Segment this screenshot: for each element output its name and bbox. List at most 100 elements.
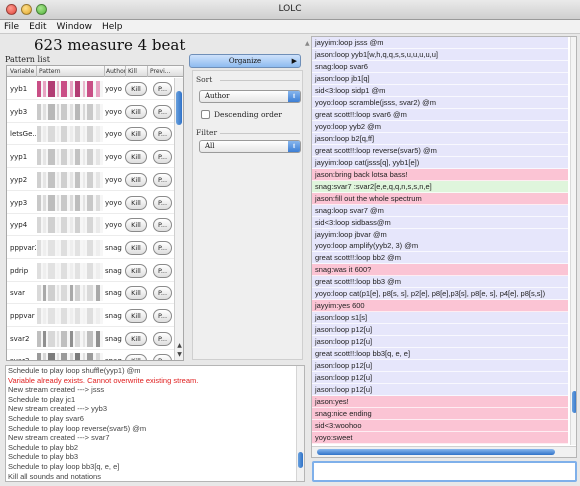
preview-button[interactable]: P... [153, 150, 172, 165]
menu-file[interactable]: File [4, 22, 19, 32]
preview-button[interactable]: P... [153, 309, 172, 323]
organize-button[interactable]: Organize ▶ [189, 54, 301, 68]
kill-button[interactable]: Kill [125, 104, 147, 119]
preview-button[interactable]: P... [153, 104, 172, 119]
column-header-author[interactable]: Author [106, 68, 126, 75]
table-row[interactable]: svar2 snag Kill P... [7, 328, 175, 350]
kill-button[interactable]: Kill [125, 218, 147, 233]
filter-select[interactable]: All ⇕ [199, 140, 301, 153]
kill-button[interactable]: Kill [125, 240, 147, 255]
table-row[interactable]: yyp4 yoyo Kill P... [7, 214, 175, 237]
kill-button[interactable]: Kill [125, 331, 147, 346]
pattern-stripe [87, 81, 93, 97]
table-row[interactable]: yyp3 yoyo Kill P... [7, 192, 175, 214]
split-divider[interactable] [305, 36, 310, 482]
descending-order-checkbox[interactable] [201, 110, 210, 119]
pattern-stripe [57, 308, 59, 324]
kill-button[interactable]: Kill [125, 309, 147, 323]
pattern-variable: yyb1 [10, 85, 28, 93]
table-row[interactable]: letsGe... yoyoKill P... [7, 123, 175, 146]
pattern-list-scrollbar[interactable]: ▲ ▼ [174, 78, 183, 360]
pattern-thumbnail [37, 194, 103, 211]
pattern-stripe [87, 353, 93, 360]
table-row[interactable]: yyb3 yoyo Kill P... [7, 101, 175, 123]
chat-input[interactable] [312, 461, 577, 482]
menu-bar: File Edit Window Help [0, 20, 580, 34]
preview-button[interactable]: P... [153, 127, 172, 142]
preview-button[interactable]: P... [153, 331, 172, 346]
table-row[interactable]: yyb1 yoyo Kill P... [7, 78, 175, 100]
chat-message: jason:loop b2[q,ff] [312, 132, 568, 145]
log-line: New stream created ---> svar7 [8, 433, 110, 443]
pattern-stripe [61, 330, 67, 347]
chat-scrollbar[interactable] [570, 37, 576, 445]
table-row[interactable]: yyp2 yoyo Kill P... [7, 169, 175, 191]
pattern-stripe [87, 285, 93, 302]
pattern-stripe [75, 330, 80, 347]
table-row[interactable]: pppvar snag Kill P... [7, 305, 175, 327]
column-header-kill[interactable]: Kill [128, 68, 137, 75]
table-row[interactable]: yyp1 yoyo Kill P... [7, 146, 175, 169]
kill-button[interactable]: Kill [125, 354, 147, 360]
pattern-stripe [87, 149, 93, 166]
kill-button[interactable]: Kill [125, 150, 147, 165]
kill-button[interactable]: Kill [125, 286, 147, 301]
pattern-stripe [83, 262, 85, 279]
column-header-preview[interactable]: Previ... [150, 68, 170, 75]
pattern-author: snag [105, 312, 122, 320]
preview-button[interactable]: P... [153, 354, 172, 360]
pattern-stripe [43, 81, 46, 97]
pattern-stripe [75, 262, 80, 279]
chat-message: great scott!!:loop bb2 @m [312, 252, 568, 265]
kill-button[interactable]: Kill [125, 82, 147, 96]
pattern-stripe [61, 126, 67, 143]
chat-message: snag:svar7 :svar2[e,e,q,q,n,s,s,n,e] [312, 180, 568, 193]
column-header-variable[interactable]: Variable [10, 68, 34, 75]
scroll-down-arrow-icon[interactable]: ▼ [175, 351, 183, 359]
kill-button[interactable]: Kill [125, 263, 147, 278]
chat-scroll-thumb[interactable] [572, 391, 576, 413]
pattern-list-label: Pattern list [5, 55, 50, 64]
pattern-stripe [57, 239, 59, 256]
pattern-stripe [48, 217, 55, 234]
pattern-stripe [96, 194, 100, 211]
chat-horizontal-scroll-thumb[interactable] [317, 449, 555, 455]
table-row[interactable]: svar snag Kill P... [7, 282, 175, 305]
kill-button[interactable]: Kill [125, 127, 147, 142]
title-bar[interactable]: LOLC [0, 0, 580, 20]
pattern-stripe [70, 126, 73, 143]
log-line: Schedule to play loop reverse(svar5) @m [8, 423, 147, 433]
menu-help[interactable]: Help [102, 22, 123, 32]
preview-button[interactable]: P... [153, 218, 172, 233]
pattern-variable: yyp4 [10, 221, 28, 230]
kill-button[interactable]: Kill [125, 172, 147, 187]
pattern-author: yoyo [105, 175, 122, 184]
table-row[interactable]: svar3 snagKill P... [7, 350, 175, 360]
table-row[interactable]: pppvar2 snagKill P... [7, 237, 175, 259]
column-header-pattern[interactable]: Pattern [39, 68, 61, 75]
preview-button[interactable]: P... [153, 263, 172, 278]
pattern-stripe [87, 194, 93, 211]
preview-button[interactable]: P... [153, 172, 172, 187]
pattern-stripe [70, 239, 73, 256]
menu-window[interactable]: Window [57, 22, 93, 32]
chat-message: snag:was it 600? [312, 264, 568, 277]
pattern-stripe [37, 171, 41, 188]
sort-select[interactable]: Author ⇕ [199, 90, 301, 103]
table-row[interactable]: pdrip snag Kill P... [7, 260, 175, 282]
preview-button[interactable]: P... [153, 82, 172, 96]
preview-button[interactable]: P... [153, 286, 172, 301]
scroll-up-arrow-icon[interactable]: ▲ [175, 342, 183, 350]
pattern-stripe [75, 103, 80, 120]
preview-button[interactable]: P... [153, 195, 172, 210]
kill-button[interactable]: Kill [125, 195, 147, 210]
chat-log[interactable]: jayyim:loop jsss @m jason:loop yyb1[w,h,q… [311, 36, 577, 458]
preview-button[interactable]: P... [153, 240, 172, 255]
chat-horizontal-scrollbar[interactable] [312, 446, 576, 457]
pattern-list-scroll-thumb[interactable] [176, 91, 182, 125]
log-scrollbar[interactable] [296, 366, 304, 481]
menu-edit[interactable]: Edit [29, 22, 46, 32]
pattern-stripe [61, 353, 67, 360]
log-scroll-thumb[interactable] [298, 452, 303, 468]
console-log[interactable]: Schedule to play loop shuffle(yyp1) @m Va… [5, 365, 305, 482]
